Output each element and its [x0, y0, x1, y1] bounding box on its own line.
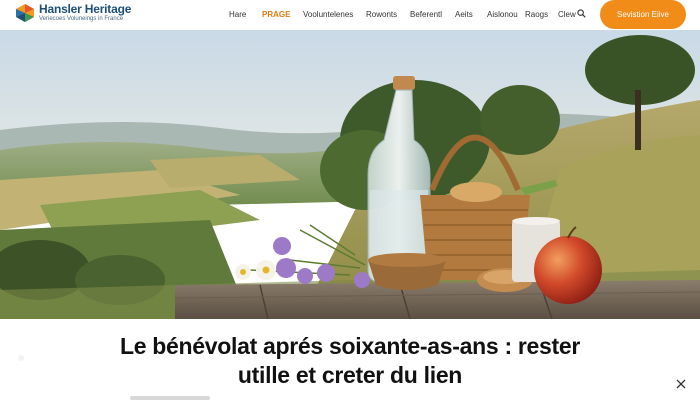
logo-subtitle: Veriecoes Voluneings in France	[39, 16, 124, 22]
logo-title: Hansler Heritage	[39, 2, 132, 16]
article-title: Le bénévolat aprés soixante-as-ans : res…	[80, 332, 620, 390]
nav-item-raogs[interactable]: Raogs	[525, 10, 548, 19]
nav-item-clew[interactable]: Clew	[558, 10, 576, 19]
logo-icon	[16, 3, 34, 22]
close-icon[interactable]	[675, 378, 687, 390]
byline-placeholder	[130, 396, 210, 400]
article-title-line-2: utille et creter du lien	[237, 362, 463, 388]
article-title-line-1: Le bénévolat aprés soixante-as-ans : res…	[119, 333, 581, 359]
nav-item-aeits[interactable]: Aeits	[455, 10, 473, 19]
cta-button[interactable]: Sevistion Eiive	[600, 0, 686, 29]
hero-illustration	[0, 30, 700, 319]
nav-item-hare[interactable]: Hare	[229, 10, 246, 19]
hero-image	[0, 30, 700, 319]
decorative-dot	[18, 355, 24, 361]
nav-item-aislonou[interactable]: Aislonou	[487, 10, 518, 19]
search-icon[interactable]	[577, 9, 586, 18]
nav-item-prage[interactable]: PRAGE	[262, 10, 290, 19]
site-logo[interactable]: Hansler Heritage Veriecoes Voluneings in…	[16, 3, 131, 22]
nav-item-rowonts[interactable]: Rowonts	[366, 10, 397, 19]
site-header: Hansler Heritage Veriecoes Voluneings in…	[0, 0, 700, 30]
nav-item-vooluntelenes[interactable]: Vooluntelenes	[303, 10, 353, 19]
nav-item-beferentl[interactable]: Beferentl	[410, 10, 442, 19]
